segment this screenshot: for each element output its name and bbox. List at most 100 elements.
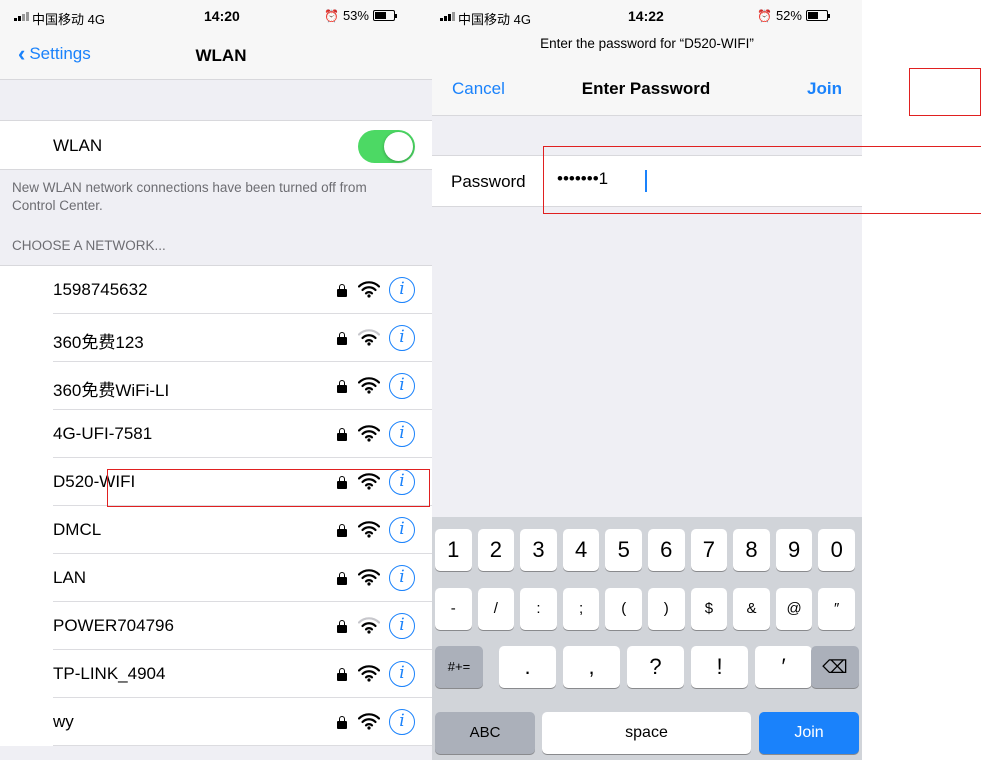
network-row[interactable]: 360免费123 i <box>0 314 432 362</box>
space-key[interactable]: space <box>542 712 751 754</box>
key-punctuation[interactable]: , <box>563 646 620 688</box>
key-0[interactable]: 0 <box>818 529 855 571</box>
wifi-icon <box>357 712 381 730</box>
battery-icon <box>805 10 830 21</box>
key-symbol[interactable]: / <box>477 588 515 630</box>
key-7[interactable]: 7 <box>690 529 728 571</box>
join-button[interactable]: Join <box>807 79 842 99</box>
keyboard-join-button[interactable]: Join <box>759 712 859 754</box>
page-title: WLAN <box>195 46 247 65</box>
key-symbol[interactable]: ) <box>648 588 685 630</box>
network-row[interactable]: POWER704796 i <box>0 602 432 650</box>
cellular-signal-icon <box>14 11 29 21</box>
network-row[interactable]: wy i <box>0 698 432 746</box>
wifi-icon <box>357 280 381 298</box>
wlan-label: WLAN <box>53 136 103 155</box>
status-bar: 中国移动 4G 14:22 ⏰ 52% <box>432 0 862 36</box>
key-3[interactable]: 3 <box>520 529 557 571</box>
key-symbol[interactable]: ; <box>562 588 600 630</box>
key-2[interactable]: 2 <box>477 529 515 571</box>
backspace-icon[interactable]: ⌫ <box>811 646 859 688</box>
lock-icon <box>337 524 347 537</box>
control-center-note: New WLAN network connections have been t… <box>12 180 367 213</box>
key-symbol[interactable]: $ <box>690 588 728 630</box>
key-symbol[interactable]: - <box>435 588 472 630</box>
key-punctuation[interactable]: ? <box>627 646 684 688</box>
key-6[interactable]: 6 <box>648 529 685 571</box>
info-icon[interactable]: i <box>389 565 415 591</box>
info-icon[interactable]: i <box>389 373 415 399</box>
key-punctuation[interactable]: ′ <box>755 646 812 688</box>
network-name: 4G-UFI-7581 <box>53 424 153 443</box>
network-row[interactable]: DMCL i <box>0 506 432 554</box>
network-row[interactable]: TP-LINK_4904 i <box>0 650 432 698</box>
network-name: DMCL <box>53 520 102 539</box>
network-row[interactable]: 4G-UFI-7581 i <box>0 410 432 458</box>
password-prompt: Enter the password for “D520-WIFI” <box>432 36 862 61</box>
key-1[interactable]: 1 <box>435 529 472 571</box>
symbols-mode-key[interactable]: #+= <box>435 646 483 688</box>
network-row[interactable]: LAN i <box>0 554 432 602</box>
key-punctuation[interactable]: . <box>499 646 556 688</box>
navigation-bar: ‹ Settings WLAN <box>0 36 432 80</box>
key-symbol[interactable]: ″ <box>818 588 855 630</box>
keyboard: 1 2 3 4 5 6 7 8 9 0 - /:;() $ & @ ″ #+=.,?! ′ ⌫ ABC space Joi… <box>432 517 862 760</box>
info-icon[interactable]: i <box>389 709 415 735</box>
network-list: 1598745632 i 360免费123 i 360免费WiFi-LI i 4… <box>0 265 432 746</box>
cellular-signal-icon <box>440 11 455 21</box>
wlan-settings-screen: 中国移动 4G 14:20 ⏰ 53% ‹ Settings WLAN WLAN… <box>0 0 432 760</box>
lock-icon <box>337 284 347 297</box>
lock-icon <box>337 476 347 489</box>
battery-icon <box>372 10 397 21</box>
key-symbol[interactable]: & <box>733 588 770 630</box>
wifi-icon <box>357 664 381 682</box>
status-bar: 中国移动 4G 14:20 ⏰ 53% <box>0 0 432 36</box>
alarm-icon: ⏰ <box>757 8 772 23</box>
status-time: 14:20 <box>204 8 240 24</box>
battery-percent: 53% <box>342 8 369 23</box>
key-9[interactable]: 9 <box>775 529 813 571</box>
key-5[interactable]: 5 <box>605 529 642 571</box>
enter-password-screen: 中国移动 4G 14:22 ⏰ 52% Enter the password f… <box>432 0 862 760</box>
info-icon[interactable]: i <box>389 613 415 639</box>
network-row[interactable]: 360免费WiFi-LI i <box>0 362 432 410</box>
wlan-toggle-row: WLAN <box>0 120 432 170</box>
network-name: LAN <box>53 568 87 587</box>
navigation-bar: Cancel Enter Password Join <box>432 61 862 116</box>
wifi-icon <box>357 376 381 394</box>
lock-icon <box>337 380 347 393</box>
network-name: wy <box>53 712 74 731</box>
key-symbol[interactable]: @ <box>775 588 813 630</box>
info-icon[interactable]: i <box>389 517 415 543</box>
key-symbol[interactable]: ( <box>605 588 642 630</box>
abc-key[interactable]: ABC <box>435 712 535 754</box>
network-name: POWER704796 <box>53 616 174 635</box>
battery-percent: 52% <box>775 8 802 23</box>
lock-icon <box>337 572 347 585</box>
network-row[interactable]: D520-WIFI i <box>0 458 432 506</box>
lock-icon <box>337 332 347 345</box>
key-4[interactable]: 4 <box>562 529 600 571</box>
password-row: Password •••••••1 <box>432 155 862 207</box>
key-punctuation[interactable]: ! <box>691 646 748 688</box>
key-symbol[interactable]: : <box>520 588 557 630</box>
network-name: 360免费123 <box>53 333 144 352</box>
wifi-icon <box>357 472 381 490</box>
carrier-label: 中国移动 4G <box>32 12 105 27</box>
info-icon[interactable]: i <box>389 661 415 687</box>
key-8[interactable]: 8 <box>733 529 770 571</box>
network-name: D520-WIFI <box>53 472 136 491</box>
password-input[interactable]: •••••••1 <box>557 169 608 189</box>
network-name: TP-LINK_4904 <box>53 664 166 683</box>
text-caret <box>645 170 647 192</box>
info-icon[interactable]: i <box>389 325 415 351</box>
info-icon[interactable]: i <box>389 277 415 303</box>
info-icon[interactable]: i <box>389 421 415 447</box>
info-icon[interactable]: i <box>389 469 415 495</box>
status-time: 14:22 <box>628 8 664 24</box>
wifi-icon <box>357 424 381 442</box>
wlan-toggle[interactable] <box>358 130 415 163</box>
network-name: 1598745632 <box>53 280 148 299</box>
wifi-icon <box>357 616 381 634</box>
network-row[interactable]: 1598745632 i <box>0 266 432 314</box>
